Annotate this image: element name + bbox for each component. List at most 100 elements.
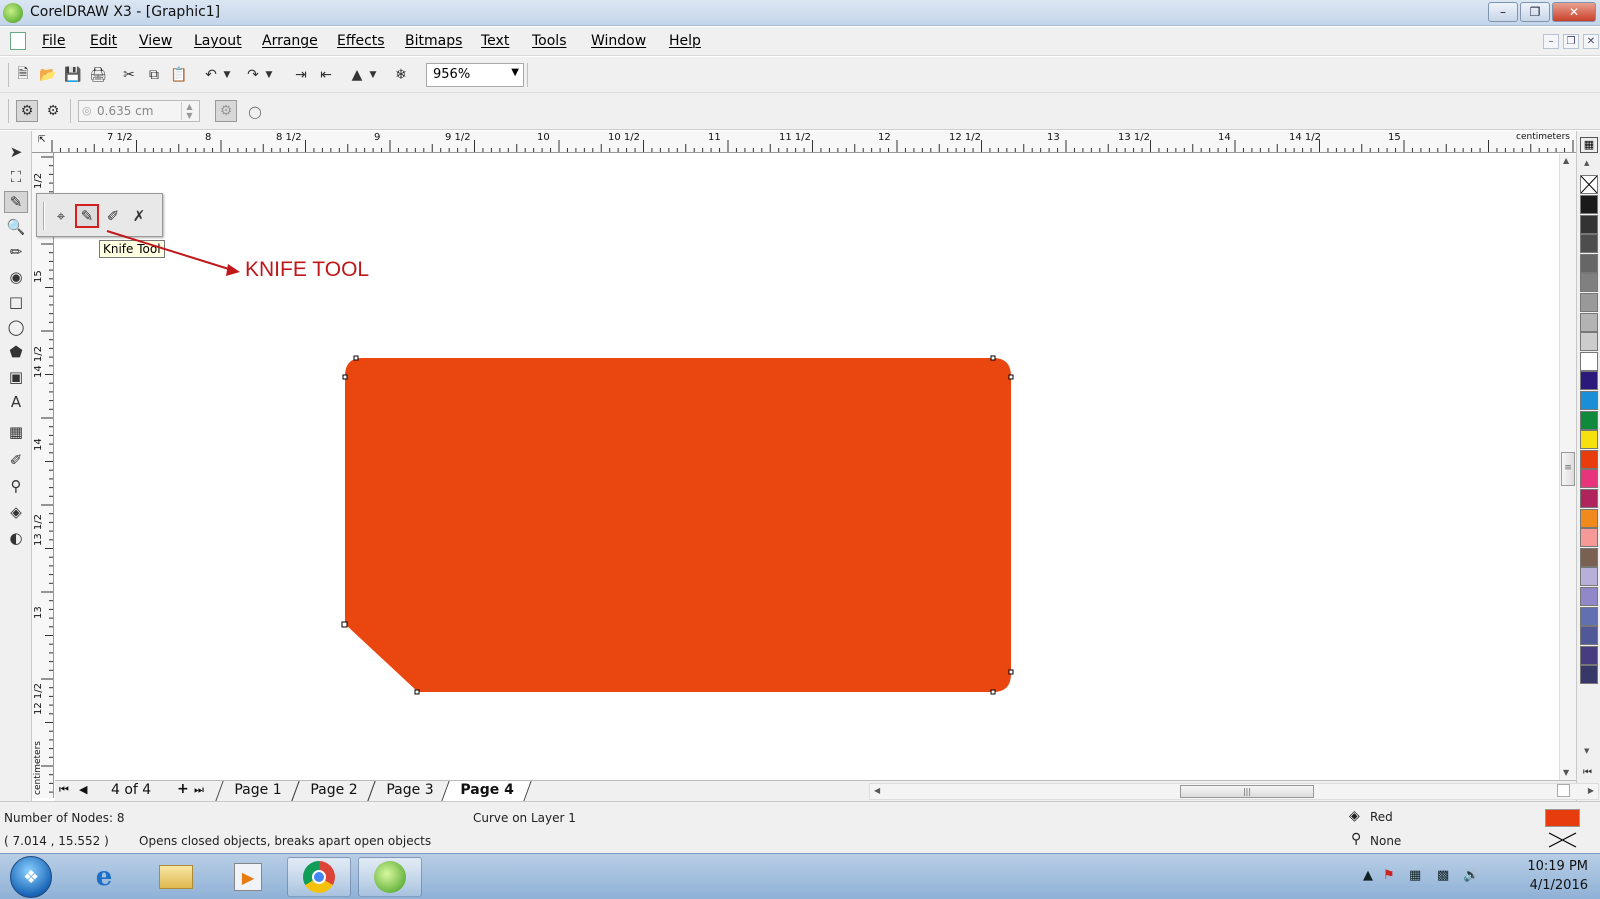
menu-help[interactable]: Help — [669, 33, 701, 49]
circle-icon[interactable]: ○ — [244, 100, 266, 122]
smart-fill-tool-icon[interactable]: ◉ — [4, 266, 28, 288]
fill-tool-icon[interactable]: ◈ — [4, 501, 28, 523]
outline-tool-icon[interactable]: ⚲ — [4, 475, 28, 497]
coreldraw-app-icon[interactable] — [3, 3, 23, 23]
chrome-icon[interactable] — [287, 857, 351, 897]
export-icon[interactable]: ⇤ — [315, 64, 337, 86]
menu-tools[interactable]: Tools — [532, 33, 567, 49]
shape-tool-icon[interactable]: ⛶ — [4, 166, 28, 188]
horizontal-ruler[interactable]: 7 1/2 8 8 1/2 9 9 1/2 10 10 1/2 11 11 1/… — [32, 131, 1576, 153]
node-handle[interactable] — [1008, 374, 1014, 380]
add-page-icon[interactable]: + — [177, 781, 189, 797]
redo-icon[interactable]: ↷ — [242, 64, 264, 86]
navigator-icon[interactable] — [1557, 784, 1570, 797]
document-icon[interactable] — [10, 32, 26, 50]
no-color-swatch[interactable] — [1580, 175, 1598, 194]
file-explorer-icon[interactable] — [144, 857, 208, 897]
new-icon[interactable]: 🗎 — [12, 64, 34, 86]
save-icon[interactable]: 💾 — [62, 64, 84, 86]
color-swatch[interactable] — [1580, 567, 1598, 587]
media-player-icon[interactable]: ▶ — [216, 857, 280, 897]
tab-page-1[interactable]: Page 1 — [215, 781, 300, 801]
show-hidden-icons-icon[interactable]: ▲ — [1363, 868, 1373, 883]
internet-explorer-icon[interactable]: e — [72, 857, 136, 897]
basic-shapes-tool-icon[interactable]: ▣ — [4, 366, 28, 388]
menu-arrange[interactable]: Arrange — [262, 33, 318, 49]
node-handle[interactable] — [341, 621, 348, 628]
tab-page-4[interactable]: Page 4 — [441, 781, 533, 801]
node-handle[interactable] — [990, 689, 996, 695]
eyedropper-tool-icon[interactable]: ✐ — [4, 449, 28, 471]
crop-tool-icon[interactable]: ✎ — [4, 191, 28, 213]
vertical-ruler[interactable]: 1/2 15 14 1/2 14 13 1/2 13 12 1/2 centim… — [32, 153, 54, 798]
color-swatch[interactable] — [1580, 293, 1598, 312]
doc-restore-button[interactable]: ❐ — [1563, 34, 1579, 49]
color-swatch[interactable] — [1580, 469, 1598, 489]
auto-close-icon[interactable]: ⚙ — [16, 100, 38, 122]
color-swatch[interactable] — [1580, 430, 1598, 450]
first-page-icon[interactable]: ⏮ — [59, 783, 69, 797]
ruler-origin-icon[interactable]: ⇱ — [38, 135, 46, 145]
node-handle[interactable] — [414, 689, 420, 695]
freehand-tool-icon[interactable]: ✏ — [4, 241, 28, 263]
interactive-fill-tool-icon[interactable]: ◐ — [4, 527, 28, 549]
color-swatch[interactable] — [1580, 351, 1598, 371]
color-swatch[interactable] — [1580, 665, 1598, 685]
color-swatch[interactable] — [1580, 489, 1598, 508]
color-swatch[interactable] — [1580, 449, 1598, 469]
color-swatch[interactable] — [1580, 195, 1598, 214]
menu-effects[interactable]: Effects — [337, 33, 385, 49]
tab-page-2[interactable]: Page 2 — [291, 781, 376, 801]
palette-scroll-down-icon[interactable]: ▼ — [1584, 747, 1589, 755]
menu-bitmaps[interactable]: Bitmaps — [405, 33, 462, 49]
application-launcher-icon[interactable]: ▲ — [346, 64, 368, 86]
palette-scroll-up-icon[interactable]: ▲ — [1584, 159, 1589, 167]
device-icon[interactable]: ▦ — [1409, 868, 1421, 883]
eraser-icon[interactable]: ✐ — [101, 204, 125, 228]
color-swatch[interactable] — [1580, 626, 1598, 646]
no-outline-icon[interactable] — [1545, 831, 1580, 849]
node-handle[interactable] — [990, 355, 996, 361]
scroll-right-icon[interactable]: ▶ — [1588, 786, 1594, 795]
scrollbar-thumb[interactable]: ||| — [1180, 785, 1314, 798]
interactive-blend-tool-icon[interactable]: ▦ — [4, 421, 28, 443]
clock-time[interactable]: 10:19 PM — [1527, 859, 1588, 874]
fill-tool-icon[interactable]: ◈ — [1349, 808, 1360, 824]
fill-color-swatch[interactable] — [1545, 809, 1580, 827]
coreldraw-icon[interactable] — [358, 857, 422, 897]
color-swatch[interactable] — [1580, 528, 1598, 548]
cut-icon[interactable]: ✂ — [118, 64, 140, 86]
restore-button[interactable]: ❐ — [1520, 2, 1550, 22]
ellipse-tool-icon[interactable]: ◯ — [4, 316, 28, 338]
drawing-canvas[interactable] — [55, 154, 1559, 784]
previous-page-icon[interactable]: ◀ — [79, 783, 87, 796]
paste-icon[interactable]: 📋 — [168, 64, 190, 86]
color-swatch[interactable] — [1580, 645, 1598, 665]
volume-icon[interactable]: 🔊 — [1463, 868, 1479, 883]
color-swatch[interactable] — [1580, 273, 1598, 293]
color-swatch[interactable] — [1580, 312, 1598, 332]
outline-pen-icon[interactable]: ⚲ — [1351, 831, 1361, 847]
open-icon[interactable]: 📂 — [37, 64, 59, 86]
color-swatch[interactable] — [1580, 214, 1598, 234]
color-swatch[interactable] — [1580, 508, 1598, 528]
launcher-dropdown-icon[interactable]: ▼ — [368, 64, 378, 86]
color-swatch[interactable] — [1580, 332, 1598, 352]
color-swatch[interactable] — [1580, 587, 1598, 606]
horizontal-scrollbar[interactable]: ◀ ||| ▶ — [869, 783, 1599, 800]
zoom-level-select[interactable]: 956% ▼ — [426, 63, 524, 87]
tolerance-icon[interactable]: ⚙ — [215, 100, 237, 122]
nudge-offset-field[interactable]: 0.635 cm ▲ ▼ — [78, 100, 200, 122]
polygon-tool-icon[interactable]: ⬟ — [4, 341, 28, 363]
undo-dropdown-icon[interactable]: ▼ — [222, 64, 232, 86]
rounded-rectangle-shape[interactable] — [345, 358, 1011, 692]
welcome-screen-icon[interactable]: ❄ — [390, 64, 412, 86]
minimize-button[interactable]: – — [1488, 2, 1518, 22]
palette-flyout-icon[interactable]: ⏮ — [1583, 767, 1592, 778]
menu-layout[interactable]: Layout — [194, 33, 242, 49]
palette-options-icon[interactable]: ▦ — [1580, 137, 1598, 153]
scroll-up-icon[interactable]: ▲ — [1563, 156, 1569, 165]
rectangle-tool-icon[interactable]: □ — [4, 291, 28, 313]
copy-icon[interactable]: ⧉ — [143, 64, 165, 86]
color-swatch[interactable] — [1580, 234, 1598, 254]
